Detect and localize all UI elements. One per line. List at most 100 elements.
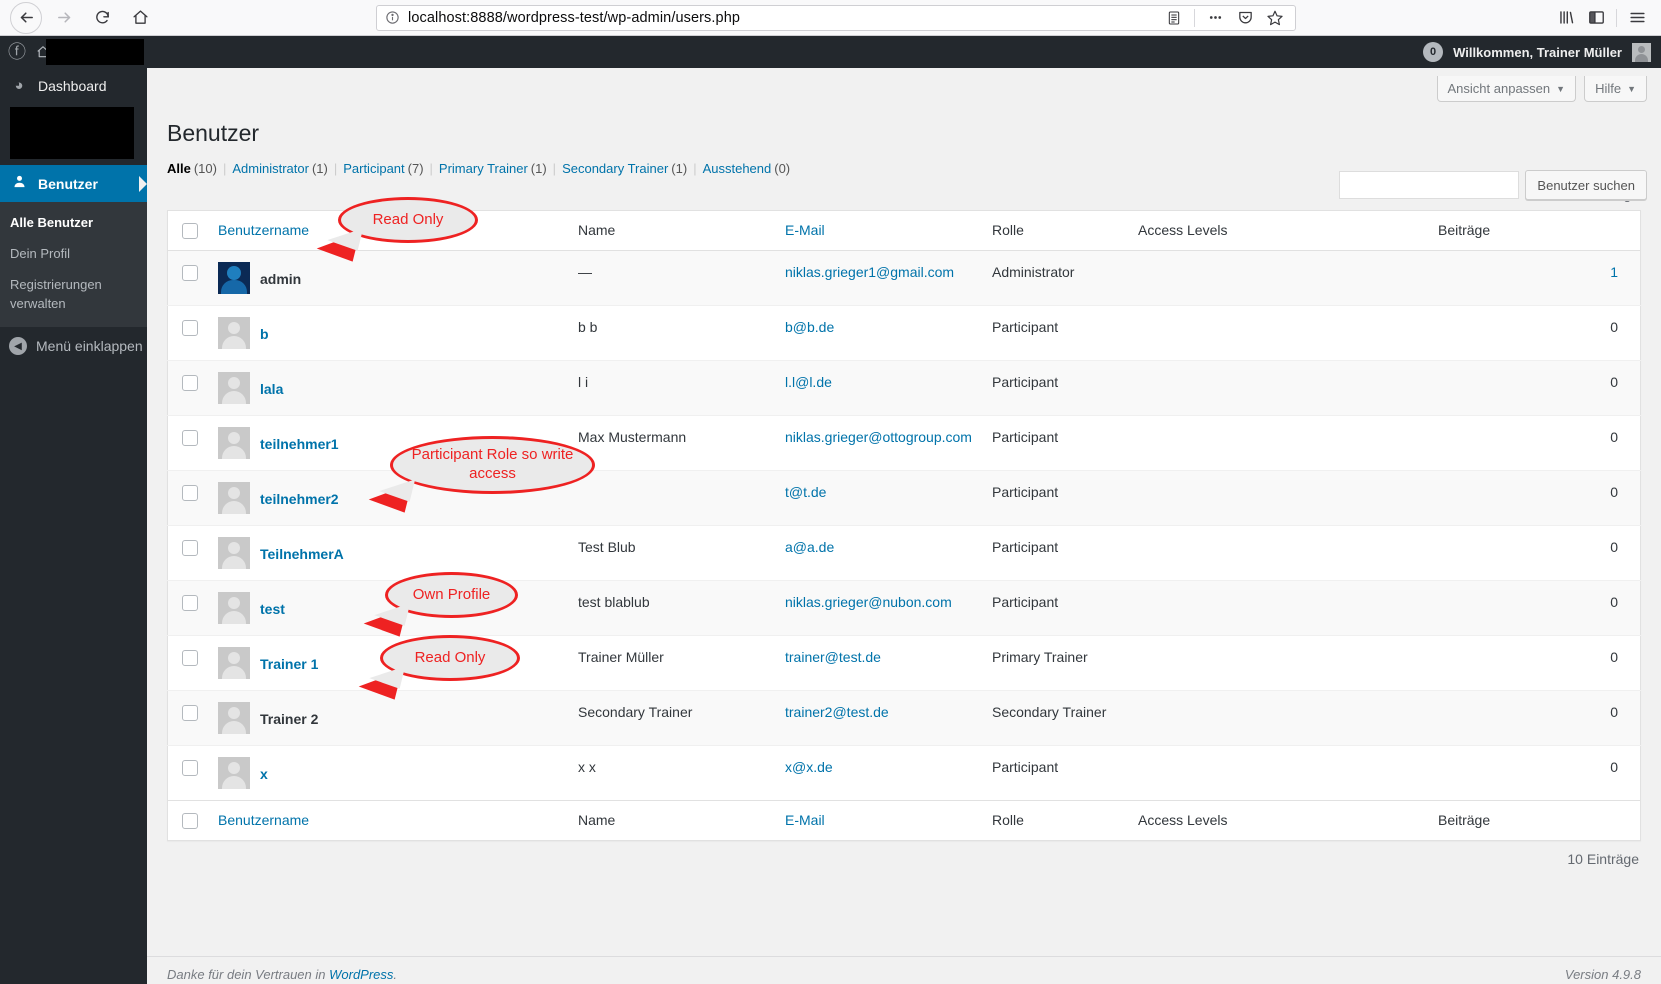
filter-link-secondary-trainer[interactable]: Secondary Trainer bbox=[562, 161, 668, 176]
filter-link-administrator[interactable]: Administrator bbox=[232, 161, 309, 176]
row-checkbox[interactable] bbox=[182, 705, 198, 722]
posts-count-cell: 0 bbox=[1427, 525, 1641, 581]
filter-link-alle[interactable]: Alle bbox=[167, 161, 191, 176]
page-actions-icon[interactable] bbox=[1201, 5, 1229, 31]
role-cell: Participant bbox=[981, 745, 1128, 801]
sidebar-subitem-all-users[interactable]: Alle Benutzer bbox=[0, 208, 147, 239]
email-link[interactable]: x@x.de bbox=[785, 759, 833, 775]
reader-view-icon[interactable] bbox=[1160, 5, 1188, 31]
filter-link-ausstehend[interactable]: Ausstehend bbox=[703, 161, 772, 176]
access-levels-cell bbox=[1127, 635, 1428, 691]
username-link[interactable]: teilnehmer2 bbox=[260, 491, 339, 507]
email-link[interactable]: trainer@test.de bbox=[785, 649, 881, 665]
row-checkbox[interactable] bbox=[182, 760, 198, 777]
avatar bbox=[218, 372, 250, 405]
avatar[interactable] bbox=[1632, 42, 1651, 62]
back-button[interactable] bbox=[10, 1, 42, 34]
annotation-callout: Own Profile bbox=[351, 572, 518, 637]
filter-link-primary-trainer[interactable]: Primary Trainer bbox=[439, 161, 528, 176]
filter-link-participant[interactable]: Participant bbox=[343, 161, 404, 176]
posts-count-link[interactable]: 1 bbox=[1610, 264, 1618, 280]
view-options-button[interactable]: Ansicht anpassen ▼ bbox=[1436, 76, 1577, 102]
sidebar-subitem-manage-registrations[interactable]: Registrierungen verwalten bbox=[0, 270, 120, 320]
email-link[interactable]: l.l@l.de bbox=[785, 374, 832, 390]
name-cell: — bbox=[568, 250, 775, 306]
email-link[interactable]: niklas.grieger@ottogroup.com bbox=[785, 429, 972, 445]
row-checkbox[interactable] bbox=[182, 430, 198, 447]
sidebar-item-users[interactable]: Benutzer bbox=[0, 165, 147, 202]
row-select-cell bbox=[167, 415, 208, 471]
username-cell: TeilnehmerA bbox=[208, 525, 568, 581]
pocket-icon[interactable] bbox=[1231, 5, 1259, 31]
username-link[interactable]: b bbox=[260, 326, 269, 342]
site-name-menu[interactable] bbox=[34, 36, 152, 68]
email-link[interactable]: b@b.de bbox=[785, 319, 834, 335]
row-checkbox[interactable] bbox=[182, 265, 198, 282]
email-link[interactable]: trainer2@test.de bbox=[785, 704, 889, 720]
email-link[interactable]: niklas.grieger@nubon.com bbox=[785, 594, 952, 610]
email-cell: x@x.de bbox=[775, 745, 982, 801]
forward-button[interactable] bbox=[48, 2, 80, 34]
email-cell: trainer@test.de bbox=[775, 635, 982, 691]
username-link[interactable]: x bbox=[260, 766, 268, 782]
users-table-foot: Benutzername Name E-Mail Rolle Access Le… bbox=[167, 800, 1641, 841]
email-link[interactable]: a@a.de bbox=[785, 539, 834, 555]
sort-email-link-footer[interactable]: E-Mail bbox=[785, 812, 825, 828]
access-levels-cell bbox=[1127, 360, 1428, 416]
avatar bbox=[218, 592, 250, 625]
row-checkbox[interactable] bbox=[182, 650, 198, 667]
wordpress-logo-icon: ⓕ bbox=[8, 42, 26, 62]
username-link[interactable]: test bbox=[260, 601, 285, 617]
hamburger-menu-icon[interactable] bbox=[1623, 5, 1651, 31]
urlbar-actions bbox=[1160, 5, 1289, 31]
username-text: teilnehmer1 bbox=[260, 427, 339, 455]
home-button[interactable] bbox=[124, 2, 156, 34]
username-link[interactable]: teilnehmer1 bbox=[260, 436, 339, 452]
sidebar-icon[interactable] bbox=[1582, 5, 1610, 31]
page-info-icon[interactable] bbox=[385, 10, 400, 25]
users-table-body: admin — niklas.grieger1@gmail.com Administr… bbox=[167, 250, 1641, 801]
row-checkbox[interactable] bbox=[182, 375, 198, 392]
email-link[interactable]: niklas.grieger1@gmail.com bbox=[785, 264, 954, 280]
comment-count-badge[interactable]: 0 bbox=[1423, 42, 1444, 62]
library-icon[interactable] bbox=[1552, 5, 1580, 31]
email-link[interactable]: t@t.de bbox=[785, 484, 826, 500]
column-footer-name: Name bbox=[568, 800, 775, 841]
sidebar-subitem-your-profile[interactable]: Dein Profil bbox=[0, 239, 147, 270]
address-bar[interactable]: localhost:8888/wordpress-test/wp-admin/u… bbox=[376, 4, 1296, 31]
annotation-text: Read Only bbox=[414, 648, 486, 666]
row-checkbox[interactable] bbox=[182, 485, 198, 502]
howdy-greeting[interactable]: Willkommen, Trainer Müller bbox=[1453, 45, 1622, 60]
url-text: localhost:8888/wordpress-test/wp-admin/u… bbox=[408, 9, 741, 26]
username-link[interactable]: Trainer 1 bbox=[260, 656, 318, 672]
role-cell: Administrator bbox=[981, 250, 1128, 306]
search-input[interactable] bbox=[1339, 171, 1520, 199]
posts-count-cell: 0 bbox=[1427, 305, 1641, 361]
sort-username-link[interactable]: Benutzername bbox=[218, 222, 309, 238]
username-link[interactable]: TeilnehmerA bbox=[260, 546, 344, 562]
username-link[interactable]: lala bbox=[260, 381, 283, 397]
sidebar-redacted-block bbox=[10, 107, 134, 159]
search-users-button[interactable]: Benutzer suchen bbox=[1525, 170, 1647, 200]
select-all-checkbox[interactable] bbox=[182, 223, 198, 240]
username-text: TeilnehmerA bbox=[260, 537, 344, 565]
row-checkbox[interactable] bbox=[182, 540, 198, 557]
help-button[interactable]: Hilfe ▼ bbox=[1584, 76, 1647, 102]
reload-button[interactable] bbox=[86, 2, 118, 34]
sidebar-item-dashboard[interactable]: ◕ Dashboard bbox=[0, 68, 147, 103]
column-header-name: Name bbox=[568, 210, 775, 252]
back-arrow-icon bbox=[20, 12, 33, 23]
collapse-menu-button[interactable]: ◀ Menü einklappen bbox=[0, 327, 147, 365]
row-checkbox[interactable] bbox=[182, 320, 198, 337]
column-header-email: E-Mail bbox=[775, 210, 982, 252]
select-all-checkbox-footer[interactable] bbox=[182, 813, 198, 830]
filter-count: (0) bbox=[774, 160, 791, 176]
admin-footer: Danke für dein Vertrauen in WordPress. V… bbox=[147, 956, 1661, 984]
wordpress-logo-menu[interactable]: ⓕ bbox=[0, 36, 34, 68]
sort-username-link-footer[interactable]: Benutzername bbox=[218, 812, 309, 828]
bookmark-star-icon[interactable] bbox=[1261, 5, 1289, 31]
row-checkbox[interactable] bbox=[182, 595, 198, 612]
table-row: x x x x@x.de Participant 0 bbox=[167, 745, 1641, 801]
sort-email-link[interactable]: E-Mail bbox=[785, 222, 825, 238]
wordpress-link[interactable]: WordPress bbox=[329, 967, 393, 982]
